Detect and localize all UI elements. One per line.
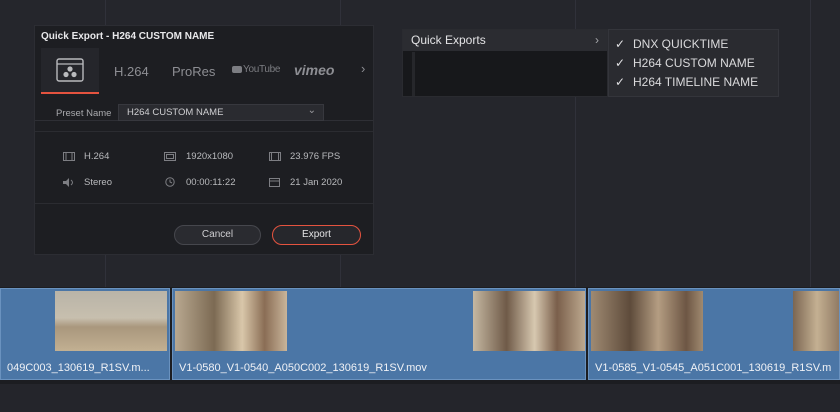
clip-thumbnail xyxy=(591,291,703,351)
grid-line xyxy=(810,0,811,290)
preset-name-label: Preset Name xyxy=(56,108,112,119)
submenu-item-label: DNX QUICKTIME xyxy=(633,37,729,51)
clip-name: 049C003_130619_R1SV.m... xyxy=(7,362,150,374)
checkmark-icon: ✓ xyxy=(615,75,626,89)
resolution-value: 1920x1080 xyxy=(186,151,234,162)
duration-value: 00:00:11:22 xyxy=(186,177,236,188)
framerate-icon xyxy=(269,152,281,161)
timeline-clip[interactable]: 049C003_130619_R1SV.m... xyxy=(0,288,170,380)
clip-thumbnail xyxy=(793,291,839,351)
quick-exports-menu: Quick Exports › xyxy=(402,29,608,97)
cancel-button[interactable]: Cancel xyxy=(174,225,261,245)
tabs-next-arrow[interactable]: › xyxy=(361,61,365,76)
preset-name-value: H264 CUSTOM NAME xyxy=(127,107,224,118)
clip-name: V1-0585_V1-0545_A051C001_130619_R1SV.m xyxy=(595,362,832,374)
export-button[interactable]: Export xyxy=(272,225,361,245)
chevron-right-icon: › xyxy=(595,33,599,47)
quick-exports-submenu: ✓ DNX QUICKTIME ✓ H264 CUSTOM NAME ✓ H264 T… xyxy=(608,29,779,97)
clip-thumbnail xyxy=(473,291,585,351)
resolution-icon xyxy=(164,152,176,161)
divider xyxy=(35,131,373,132)
quick-export-dialog: Quick Export - H264 CUSTOM NAME H.264 Pr… xyxy=(34,25,374,255)
submenu-item-dnx-quicktime[interactable]: ✓ DNX QUICKTIME xyxy=(615,37,728,51)
clip-thumbnail xyxy=(175,291,287,351)
tab-youtube[interactable]: YouTube xyxy=(232,64,281,75)
clip-thumbnail xyxy=(55,291,167,351)
dialog-title: Quick Export - H264 CUSTOM NAME xyxy=(41,31,215,42)
menu-divider xyxy=(412,52,415,96)
preset-name-select[interactable]: H264 CUSTOM NAME ⌄ xyxy=(118,104,324,121)
codec-icon xyxy=(63,152,75,161)
checkmark-icon: ✓ xyxy=(615,56,626,70)
timeline-footer xyxy=(0,384,840,412)
tab-h264[interactable]: H.264 xyxy=(114,64,149,79)
tab-prores[interactable]: ProRes xyxy=(172,64,215,79)
menu-item-quick-exports[interactable]: Quick Exports › xyxy=(403,30,607,51)
speaker-icon xyxy=(63,178,73,187)
render-file-icon xyxy=(56,58,84,82)
submenu-item-h264-custom-name[interactable]: ✓ H264 CUSTOM NAME xyxy=(615,56,755,70)
youtube-play-icon xyxy=(232,65,242,73)
checkmark-icon: ✓ xyxy=(615,37,626,51)
menu-item-label: Quick Exports xyxy=(411,33,486,47)
chevron-down-icon: ⌄ xyxy=(307,105,316,116)
audio-value: Stereo xyxy=(84,177,112,188)
submenu-item-h264-timeline-name[interactable]: ✓ H264 TIMELINE NAME xyxy=(615,75,758,89)
youtube-label: YouTube xyxy=(243,64,281,75)
tab-render-file[interactable] xyxy=(41,48,99,94)
codec-value: H.264 xyxy=(84,151,110,162)
submenu-item-label: H264 CUSTOM NAME xyxy=(633,56,755,70)
submenu-item-label: H264 TIMELINE NAME xyxy=(633,75,759,89)
timeline-clip[interactable]: V1-0585_V1-0545_A051C001_130619_R1SV.m xyxy=(588,288,840,380)
date-value: 21 Jan 2020 xyxy=(290,177,343,188)
divider xyxy=(35,203,373,204)
framerate-value: 23.976 FPS xyxy=(290,151,341,162)
clip-name: V1-0580_V1-0540_A050C002_130619_R1SV.mov xyxy=(179,362,427,374)
tab-vimeo[interactable]: vimeo xyxy=(294,62,334,78)
calendar-icon xyxy=(269,178,280,187)
timeline-clip[interactable]: V1-0580_V1-0540_A050C002_130619_R1SV.mov xyxy=(172,288,586,380)
clock-icon xyxy=(165,177,175,187)
